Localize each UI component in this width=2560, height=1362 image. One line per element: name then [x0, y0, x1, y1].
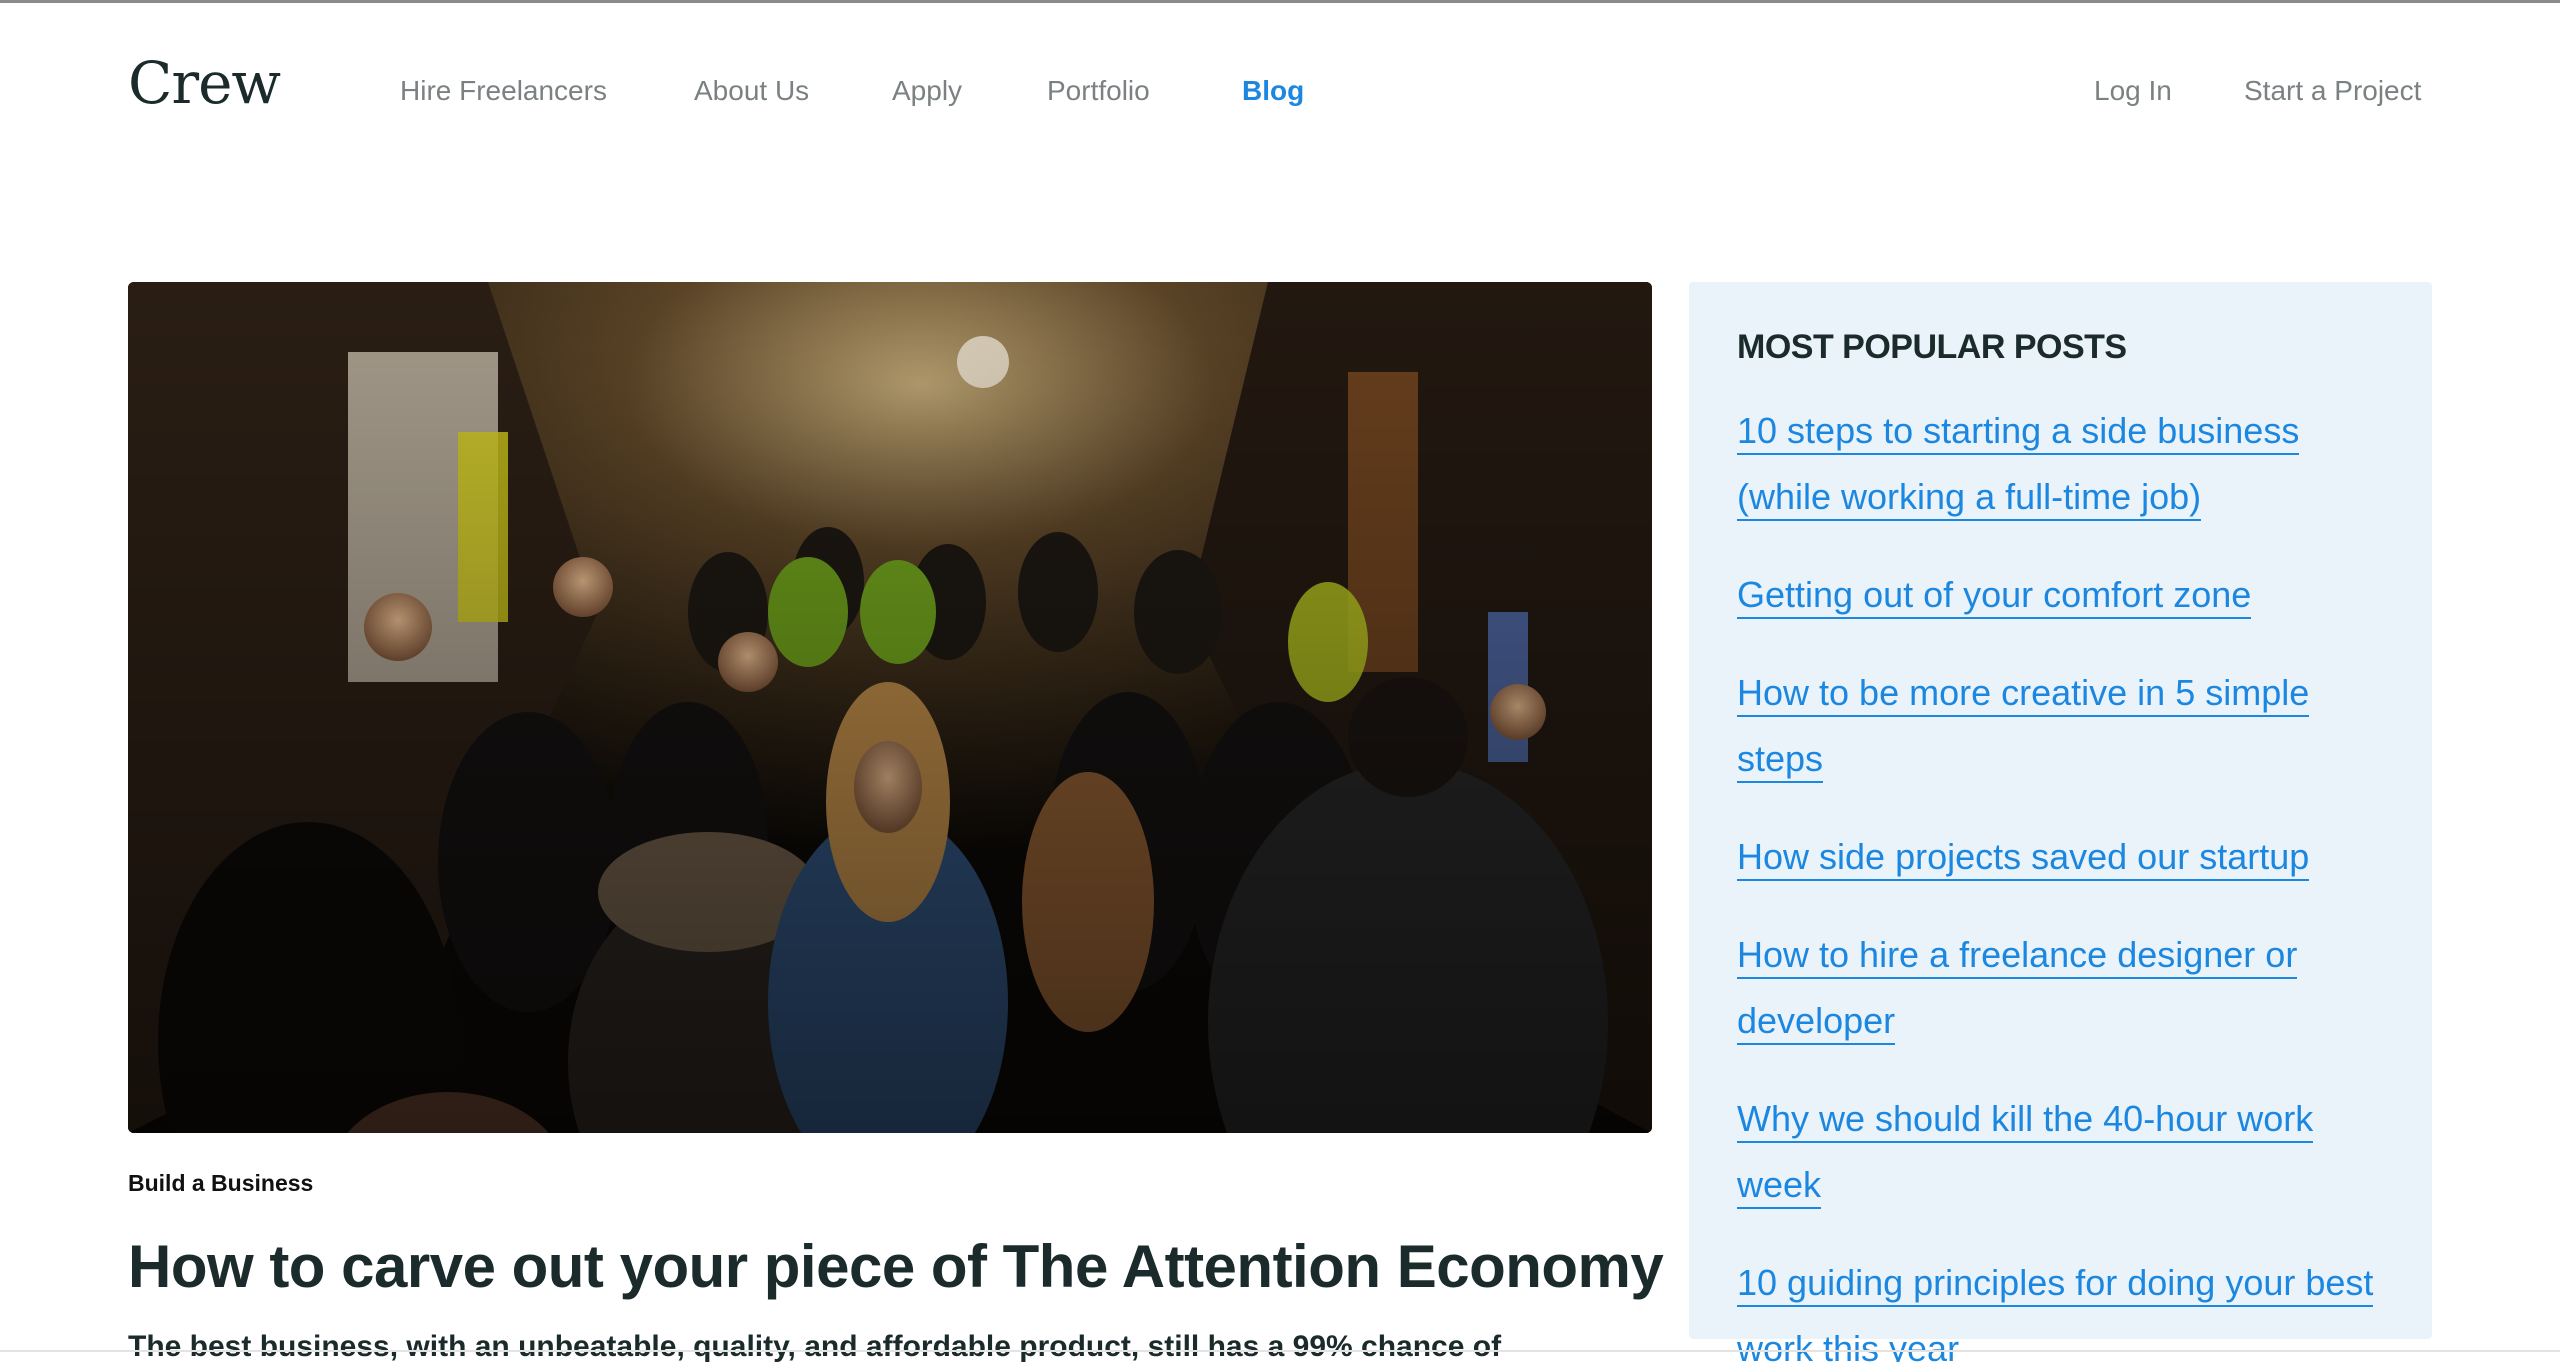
nav-portfolio[interactable]: Portfolio: [1047, 74, 1150, 108]
logo[interactable]: Crew: [128, 54, 281, 112]
popular-post-link[interactable]: How to hire a freelance designer or deve…: [1737, 934, 2298, 1045]
nav-blog[interactable]: Blog: [1242, 74, 1304, 108]
popular-posts-sidebar: MOST POPULAR POSTS 10 steps to starting …: [1689, 282, 2432, 1362]
list-item: Getting out of your comfort zone: [1737, 566, 2377, 632]
nav-apply[interactable]: Apply: [892, 74, 962, 108]
list-item: Why we should kill the 40-hour work week: [1737, 1090, 2377, 1222]
start-project-link[interactable]: Start a Project: [2244, 74, 2421, 108]
popular-post-link[interactable]: How side projects saved our startup: [1737, 836, 2310, 881]
list-item: How side projects saved our startup: [1737, 828, 2377, 894]
popular-post-link[interactable]: Why we should kill the 40-hour work week: [1737, 1098, 2314, 1209]
sidebar-title: MOST POPULAR POSTS: [1737, 328, 2127, 366]
popular-post-link[interactable]: 10 steps to starting a side business (wh…: [1737, 410, 2300, 521]
popular-post-link[interactable]: 10 guiding principles for doing your bes…: [1737, 1262, 2374, 1362]
crowd-photo: [128, 282, 1652, 1133]
nav-hire-freelancers[interactable]: Hire Freelancers: [400, 74, 607, 108]
nav-about-us[interactable]: About Us: [694, 74, 809, 108]
list-item: How to be more creative in 5 simple step…: [1737, 664, 2377, 796]
post-excerpt: The best business, with an unbeatable, q…: [128, 1330, 1502, 1362]
featured-post-image[interactable]: [128, 282, 1652, 1133]
window-bottom-border: [0, 1350, 2560, 1352]
popular-posts-list: 10 steps to starting a side business (wh…: [1737, 402, 2377, 1362]
list-item: 10 steps to starting a side business (wh…: [1737, 402, 2377, 534]
popular-post-link[interactable]: How to be more creative in 5 simple step…: [1737, 672, 2310, 783]
window-top-border: [0, 0, 2560, 3]
login-link[interactable]: Log In: [2094, 74, 2172, 108]
post-title[interactable]: How to carve out your piece of The Atten…: [128, 1232, 1664, 1301]
popular-post-link[interactable]: Getting out of your comfort zone: [1737, 574, 2252, 619]
list-item: 10 guiding principles for doing your bes…: [1737, 1254, 2377, 1362]
post-category[interactable]: Build a Business: [128, 1170, 313, 1197]
list-item: How to hire a freelance designer or deve…: [1737, 926, 2377, 1058]
